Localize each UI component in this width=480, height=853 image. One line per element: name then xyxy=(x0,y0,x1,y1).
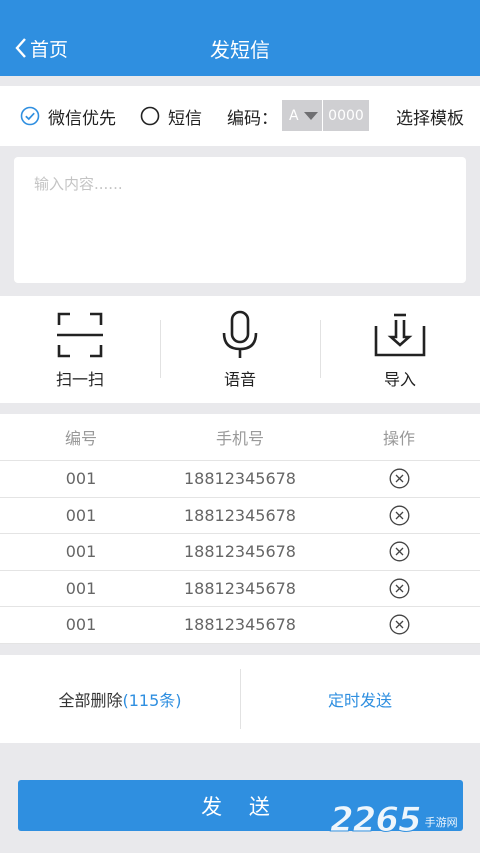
table-header: 编号 手机号 操作 xyxy=(0,414,480,461)
watermark-logo: 2265 手游网 xyxy=(330,800,458,841)
row-phone: 18812345678 xyxy=(184,469,296,489)
recipient-table: 编号 手机号 操作 001 18812345678 001 1881234567… xyxy=(0,414,480,644)
voice-button[interactable]: 语音 xyxy=(160,296,320,403)
row-id: 001 xyxy=(65,505,97,525)
radio-circle-icon xyxy=(140,106,160,126)
close-circle-icon xyxy=(389,505,409,526)
close-circle-icon xyxy=(389,578,409,599)
sms-radio[interactable]: 短信 xyxy=(140,86,202,146)
row-id: 001 xyxy=(65,542,97,562)
table-row: 001 18812345678 xyxy=(0,534,480,571)
table-row: 001 18812345678 xyxy=(0,498,480,534)
table-row: 001 18812345678 xyxy=(0,571,480,607)
message-content-box xyxy=(14,157,466,283)
wechat-first-radio[interactable]: 微信优先 xyxy=(20,86,116,146)
sms-label: 短信 xyxy=(168,108,202,129)
close-circle-icon xyxy=(389,541,409,562)
watermark-text: 手游网 xyxy=(424,816,458,829)
encoding-select[interactable]: A xyxy=(282,100,322,131)
delete-row-button[interactable] xyxy=(389,505,410,526)
message-input[interactable] xyxy=(14,157,466,283)
row-phone: 18812345678 xyxy=(184,578,296,598)
import-label: 导入 xyxy=(383,370,416,389)
encoding-value: A xyxy=(289,107,299,124)
close-circle-icon xyxy=(389,614,409,635)
delete-row-button[interactable] xyxy=(389,468,410,489)
wechat-first-label: 微信优先 xyxy=(48,108,116,129)
header-bar: 首页 发短信 xyxy=(0,0,480,76)
divider xyxy=(240,669,241,729)
encoding-code-input[interactable]: 0000 xyxy=(323,100,369,131)
check-circle-icon xyxy=(20,106,40,126)
caret-down-icon xyxy=(303,111,318,120)
row-id: 001 xyxy=(65,469,97,489)
row-id: 001 xyxy=(65,578,97,598)
delete-all-button[interactable]: 全部删除 (115条) xyxy=(0,655,240,743)
voice-label: 语音 xyxy=(223,370,256,389)
table-row: 001 18812345678 xyxy=(0,461,480,498)
watermark-number: 2265 xyxy=(330,800,423,841)
row-phone: 18812345678 xyxy=(184,505,296,525)
close-circle-icon xyxy=(389,468,409,489)
row-id: 001 xyxy=(65,615,97,635)
delete-all-label: 全部删除 xyxy=(58,691,123,710)
scan-button[interactable]: 扫一扫 xyxy=(0,296,160,403)
row-phone: 18812345678 xyxy=(184,615,296,635)
page-title: 发短信 xyxy=(210,38,270,62)
column-header-action: 操作 xyxy=(382,429,415,448)
delete-row-button[interactable] xyxy=(389,541,410,562)
encoding-label: 编码： xyxy=(227,108,278,129)
table-row: 001 18812345678 xyxy=(0,607,480,644)
bulk-actions: 全部删除 (115条) 定时发送 xyxy=(0,655,480,743)
select-template-button[interactable]: 选择模板 xyxy=(396,86,464,146)
scheduled-send-label: 定时发送 xyxy=(327,691,392,710)
row-phone: 18812345678 xyxy=(184,542,296,562)
divider xyxy=(320,320,321,378)
scan-icon xyxy=(57,312,103,358)
scan-label: 扫一扫 xyxy=(55,370,104,389)
microphone-icon xyxy=(222,310,258,358)
column-header-phone: 手机号 xyxy=(215,429,264,448)
divider xyxy=(160,320,161,378)
recipient-count: (115条) xyxy=(122,691,182,710)
import-icon xyxy=(374,313,426,357)
scheduled-send-button[interactable]: 定时发送 xyxy=(240,655,480,743)
send-options: 微信优先 短信 编码： 选择模板 xyxy=(0,86,480,146)
import-button[interactable]: 导入 xyxy=(320,296,480,403)
column-header-id: 编号 xyxy=(64,429,97,448)
tool-bar: 扫一扫 语音 导入 xyxy=(0,296,480,403)
delete-row-button[interactable] xyxy=(389,614,410,635)
delete-row-button[interactable] xyxy=(389,578,410,599)
